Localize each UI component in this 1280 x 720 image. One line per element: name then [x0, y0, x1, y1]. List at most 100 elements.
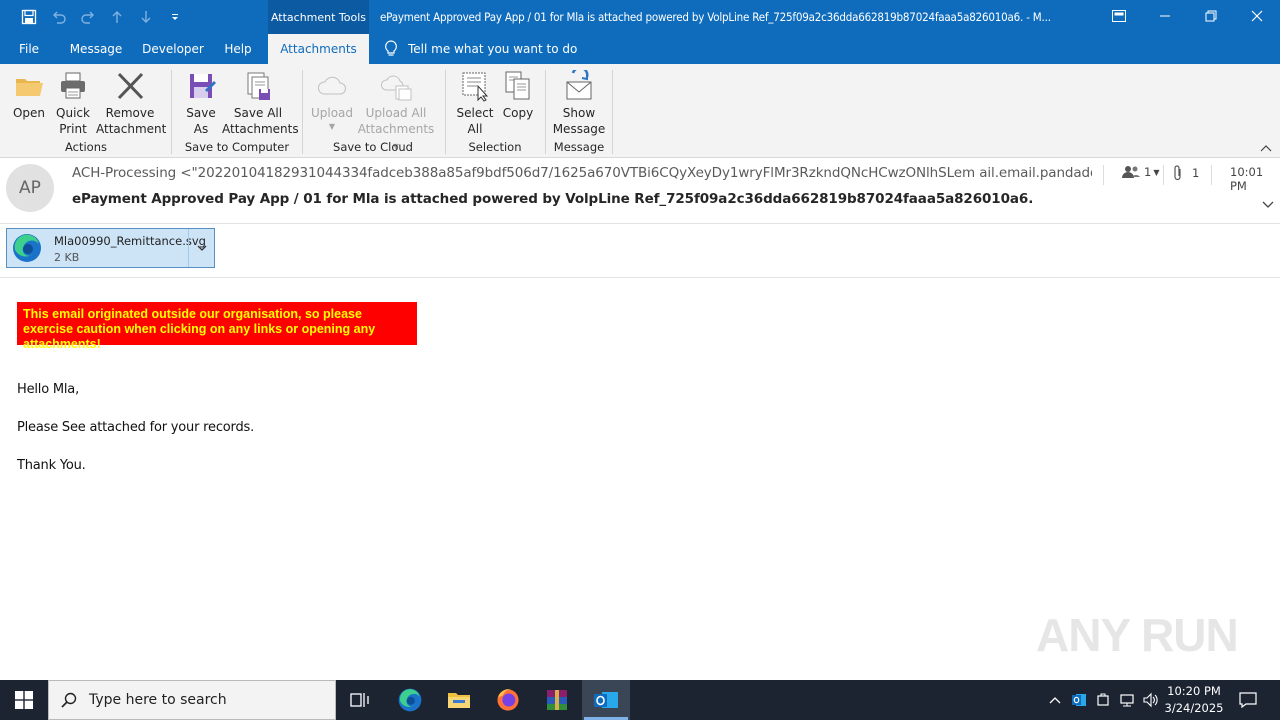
undo-icon[interactable] [44, 0, 73, 34]
previous-item-icon[interactable] [102, 0, 131, 34]
expand-header-icon[interactable] [1262, 198, 1274, 212]
header-divider [1211, 165, 1212, 185]
group-save-to-cloud-label: Save to Cloud [333, 140, 413, 154]
task-view-icon [350, 693, 369, 707]
copy-label: Copy [502, 106, 534, 120]
header-divider [1103, 165, 1104, 185]
header-divider-line [0, 223, 1280, 224]
edge-icon [398, 688, 422, 712]
next-item-icon[interactable] [131, 0, 160, 34]
show-message-label-2: Message [552, 122, 606, 136]
notification-center-button[interactable] [1232, 680, 1264, 720]
outlook-icon [594, 692, 618, 708]
tab-developer[interactable]: Developer [138, 34, 208, 64]
taskbar-edge[interactable] [386, 680, 434, 720]
upload-label: Upload [310, 106, 354, 120]
taskbar-file-explorer[interactable] [435, 680, 483, 720]
upload-button[interactable]: Upload ▼ [308, 70, 356, 133]
cloud-upload-all-icon [380, 75, 412, 101]
group-actions-label: Actions [64, 140, 107, 154]
body-line: Please See attached for your records. [17, 420, 254, 435]
tab-help[interactable]: Help [218, 34, 258, 64]
folder-open-icon [16, 79, 43, 96]
show-message-button[interactable]: Show Message [552, 70, 606, 137]
group-message-label: Message [553, 140, 605, 154]
remove-attachment-button[interactable]: Remove Attachment [96, 70, 166, 137]
body-closing: Thank You. [17, 458, 86, 473]
open-button[interactable]: Open [8, 70, 50, 121]
device-icon [1097, 693, 1109, 706]
group-separator [171, 70, 172, 154]
message-subject: ePayment Approved Pay App / 01 for Mla i… [72, 191, 1034, 207]
tell-me-search[interactable]: Tell me what you want to do [384, 34, 577, 64]
collapse-ribbon-icon[interactable] [1260, 142, 1272, 155]
avatar: AP [6, 164, 54, 212]
upload-dropdown-icon: ▼ [328, 122, 336, 131]
taskbar-search-box[interactable]: Type here to search [48, 680, 336, 720]
sender-address[interactable]: ACH-Processing <"20220104182931044334fad… [72, 165, 1092, 181]
upload-all-label-1: Upload All [365, 106, 427, 120]
taskbar-outlook[interactable] [582, 680, 630, 720]
attachment-dropdown-icon[interactable] [188, 229, 215, 267]
taskbar-search-placeholder: Type here to search [89, 692, 227, 708]
tray-device[interactable] [1092, 680, 1114, 720]
tab-message[interactable]: Message [64, 34, 128, 64]
select-all-button[interactable]: Select All [452, 70, 498, 137]
quick-print-button[interactable]: Quick Print [52, 70, 94, 137]
search-icon [61, 692, 77, 708]
attachment-filename: Mla00990_Remittance.svg [54, 234, 206, 248]
start-button[interactable] [0, 680, 48, 720]
taskbar-clock[interactable]: 10:20 PM 3/24/2025 [1160, 680, 1228, 720]
network-icon [1120, 694, 1134, 707]
save-as-button[interactable]: Save As [180, 70, 222, 137]
customize-toolbar-icon[interactable] [160, 0, 189, 34]
tell-me-label: Tell me what you want to do [408, 42, 578, 56]
group-save-to-computer-label: Save to Computer [184, 140, 290, 154]
window-title: ePayment Approved Pay App / 01 for Mla i… [380, 10, 1051, 24]
taskbar: Type here to search 10:20 PM 3/24/2025 [0, 680, 1280, 720]
people-dropdown-icon: ▼ [1153, 167, 1160, 177]
task-view-button[interactable] [336, 680, 384, 720]
ribbon: Open Quick Print Remove Attachment Actio… [0, 64, 1280, 158]
attachment-count[interactable]: 1 [1172, 165, 1199, 181]
ribbon-tabs: File Message Developer Help Attachments … [0, 34, 1280, 64]
taskbar-winrar[interactable] [533, 680, 581, 720]
attachment-divider-line [0, 277, 1280, 278]
select-all-label-2: All [467, 122, 483, 136]
clock-date: 3/24/2025 [1164, 701, 1224, 715]
copy-button[interactable]: Copy [498, 70, 538, 121]
save-all-label-2: Attachments [222, 122, 299, 136]
people-count-button[interactable]: 1 ▼ [1122, 165, 1159, 179]
save-icon[interactable] [14, 0, 43, 34]
copy-icon [505, 71, 530, 100]
restore-icon[interactable] [1188, 0, 1234, 32]
edge-browser-icon [13, 234, 41, 262]
quick-print-label-1: Quick [56, 106, 90, 120]
minimize-icon[interactable] [1142, 0, 1188, 32]
windows-logo-icon [15, 691, 33, 709]
redo-icon[interactable] [73, 0, 102, 34]
tray-outlook[interactable] [1068, 680, 1090, 720]
ribbon-display-options-icon[interactable] [1096, 0, 1142, 32]
external-email-warning-banner: This email originated outside our organi… [17, 302, 417, 351]
tray-network[interactable] [1116, 680, 1138, 720]
show-hidden-icons-button[interactable] [1044, 680, 1066, 720]
remove-label-1: Remove [105, 106, 155, 120]
attachment-count-value: 1 [1192, 166, 1200, 180]
close-icon[interactable] [1234, 0, 1280, 32]
save-all-attachments-button[interactable]: Save All Attachments [222, 70, 299, 137]
firefox-icon [497, 689, 519, 711]
notification-icon [1239, 692, 1257, 708]
tab-file[interactable]: File [8, 34, 50, 64]
tray-volume[interactable] [1140, 680, 1162, 720]
attachment-item[interactable]: Mla00990_Remittance.svg 2 KB [6, 228, 215, 268]
cloud-upload-icon [318, 76, 346, 95]
chevron-up-icon [1049, 697, 1061, 704]
group-separator [302, 70, 303, 154]
select-all-label-1: Select [456, 106, 494, 120]
tab-attachments[interactable]: Attachments [268, 34, 369, 64]
taskbar-firefox[interactable] [484, 680, 532, 720]
save-all-icon [247, 72, 270, 100]
outlook-tray-icon [1072, 694, 1086, 706]
group-separator [545, 70, 546, 154]
